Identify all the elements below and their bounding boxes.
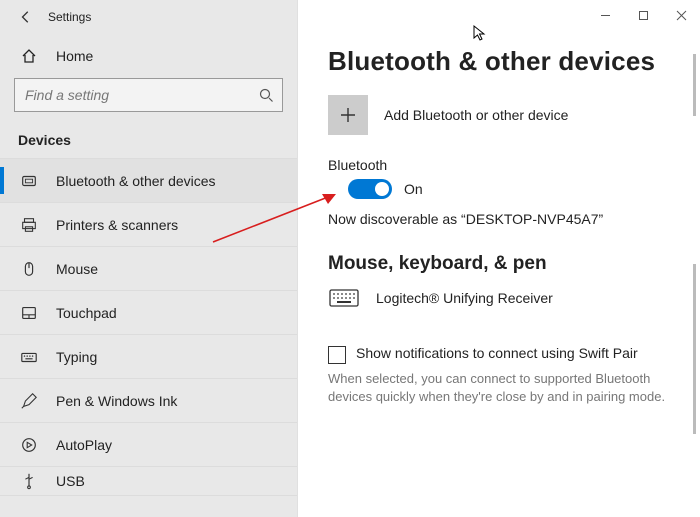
scrollbar[interactable]	[693, 54, 696, 116]
arrow-left-icon	[19, 10, 33, 24]
sidebar-item-label: Typing	[56, 349, 97, 365]
plus-box	[328, 95, 368, 135]
home-icon	[18, 48, 40, 64]
home-label: Home	[56, 48, 93, 64]
mouse-icon	[18, 260, 40, 278]
close-icon	[676, 10, 687, 21]
plus-icon	[339, 106, 357, 124]
sidebar-item-mouse[interactable]: Mouse	[0, 246, 297, 290]
section-title: Devices	[0, 118, 297, 158]
sidebar-item-label: AutoPlay	[56, 437, 112, 453]
sidebar-item-label: Mouse	[56, 261, 98, 277]
sidebar-item-bluetooth[interactable]: Bluetooth & other devices	[0, 158, 297, 202]
bluetooth-label: Bluetooth	[328, 157, 670, 173]
device-name: Logitech® Unifying Receiver	[376, 290, 553, 306]
sidebar-item-label: Touchpad	[56, 305, 117, 321]
keyboard-icon	[328, 287, 360, 309]
window-controls	[586, 0, 700, 30]
page-title: Bluetooth & other devices	[328, 46, 670, 77]
sidebar-item-printers[interactable]: Printers & scanners	[0, 202, 297, 246]
bluetooth-toggle[interactable]	[348, 179, 392, 199]
discoverable-text: Now discoverable as “DESKTOP-NVP45A7”	[328, 211, 670, 227]
swift-pair-label: Show notifications to connect using Swif…	[356, 345, 638, 361]
window-title: Settings	[48, 10, 91, 24]
back-button[interactable]	[12, 3, 40, 31]
sidebar-item-typing[interactable]: Typing	[0, 334, 297, 378]
swift-pair-row: Show notifications to connect using Swif…	[328, 345, 670, 364]
content-pane: Bluetooth & other devices Add Bluetooth …	[298, 0, 700, 517]
toggle-row: On	[348, 179, 670, 199]
sidebar-item-usb[interactable]: USB	[0, 466, 297, 496]
search-icon	[258, 87, 274, 103]
add-device-button[interactable]: Add Bluetooth or other device	[328, 95, 670, 135]
search-wrap	[0, 78, 297, 118]
pen-icon	[18, 392, 40, 410]
search-box[interactable]	[14, 78, 283, 112]
toggle-state: On	[404, 181, 423, 197]
sidebar-item-label: USB	[56, 473, 85, 489]
usb-icon	[18, 472, 40, 490]
swift-pair-checkbox[interactable]	[328, 346, 346, 364]
home-link[interactable]: Home	[0, 34, 297, 78]
sidebar-item-label: Bluetooth & other devices	[56, 173, 216, 189]
group-title: Mouse, keyboard, & pen	[328, 253, 670, 275]
settings-window: Settings Home Devices Bluetooth & ot	[0, 0, 700, 517]
sidebar-item-touchpad[interactable]: Touchpad	[0, 290, 297, 334]
search-input[interactable]	[15, 87, 282, 103]
device-item[interactable]: Logitech® Unifying Receiver	[328, 287, 670, 309]
sidebar-item-autoplay[interactable]: AutoPlay	[0, 422, 297, 466]
maximize-icon	[638, 10, 649, 21]
sidebar-item-label: Printers & scanners	[56, 217, 178, 233]
titlebar-left: Settings	[0, 0, 297, 34]
swift-pair-description: When selected, you can connect to suppor…	[328, 370, 670, 406]
scrollbar[interactable]	[693, 264, 696, 434]
typing-icon	[18, 348, 40, 366]
close-button[interactable]	[662, 0, 700, 30]
sidebar-item-label: Pen & Windows Ink	[56, 393, 177, 409]
printer-icon	[18, 216, 40, 234]
add-device-label: Add Bluetooth or other device	[384, 107, 568, 123]
nav-list: Bluetooth & other devices Printers & sca…	[0, 158, 297, 496]
touchpad-icon	[18, 304, 40, 322]
maximize-button[interactable]	[624, 0, 662, 30]
sidebar: Settings Home Devices Bluetooth & ot	[0, 0, 298, 517]
bluetooth-icon	[18, 172, 40, 190]
minimize-icon	[600, 10, 611, 21]
sidebar-item-pen[interactable]: Pen & Windows Ink	[0, 378, 297, 422]
autoplay-icon	[18, 436, 40, 454]
minimize-button[interactable]	[586, 0, 624, 30]
